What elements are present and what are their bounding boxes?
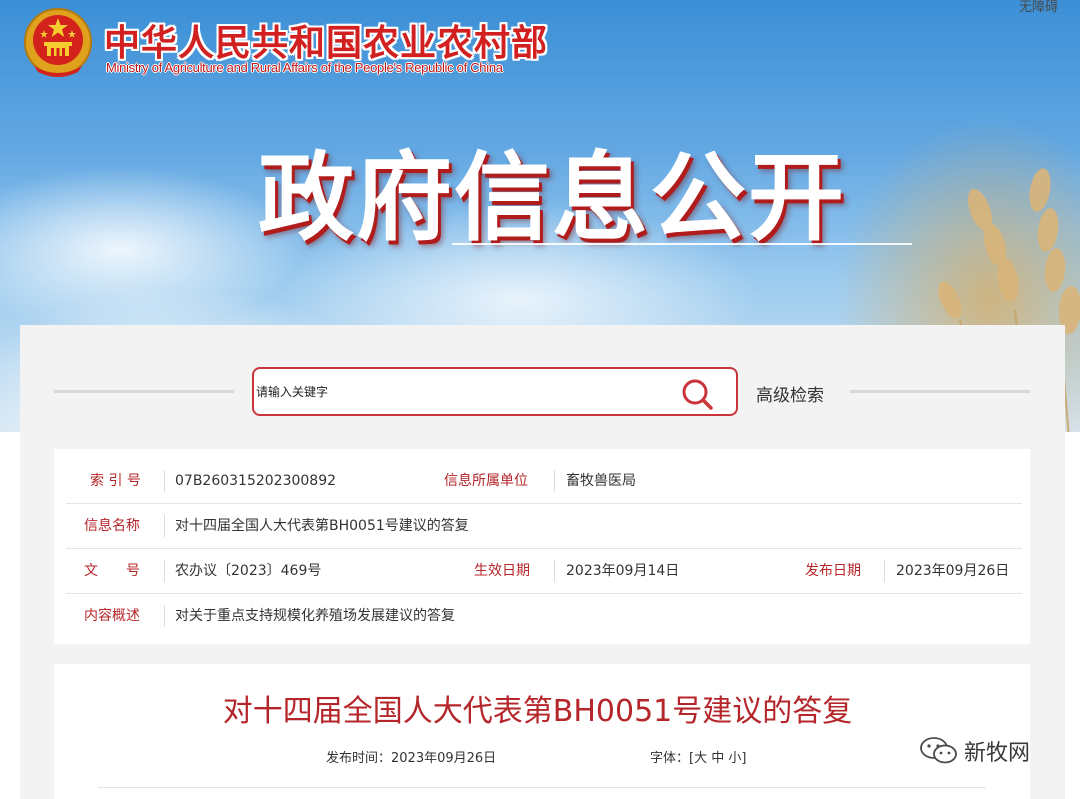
- title-underline: [452, 243, 912, 245]
- ministry-name-cn: 中华人民共和国农业农村部: [104, 23, 549, 64]
- font-medium-button[interactable]: 中: [711, 751, 724, 766]
- divider: [164, 605, 165, 627]
- accessibility-link[interactable]: 无障碍: [1019, 0, 1058, 15]
- divider: [884, 560, 885, 582]
- effective-label: 生效日期: [474, 563, 530, 579]
- divider: [554, 560, 555, 582]
- divider: [554, 470, 555, 492]
- dept-label: 信息所属单位: [444, 473, 528, 489]
- index-value: 07B260315202300892: [175, 473, 337, 489]
- wechat-icon: [920, 737, 957, 764]
- info-row-name: 信息名称 对十四届全国人大代表第BH0051号建议的答复: [66, 504, 1022, 549]
- font-size-control: 字体：[大 中 小]: [650, 747, 747, 766]
- national-emblem-icon: [24, 8, 92, 77]
- article-section: 对十四届全国人大代表第BH0051号建议的答复 发布时间：2023年09月26日…: [54, 664, 1030, 799]
- name-value: 对十四届全国人大代表第BH0051号建议的答复: [175, 518, 469, 534]
- search-input[interactable]: [254, 369, 674, 414]
- doc-value: 农办议〔2023〕469号: [175, 563, 322, 579]
- divider: [164, 560, 165, 582]
- publish-time-value: 2023年09月26日: [391, 751, 497, 766]
- article-title: 对十四届全国人大代表第BH0051号建议的答复: [222, 694, 853, 729]
- watermark-text: 新牧网: [964, 741, 1031, 766]
- search-icon[interactable]: [680, 377, 714, 411]
- summary-value: 对关于重点支持规模化养殖场发展建议的答复: [175, 608, 455, 624]
- advanced-search-link[interactable]: 高级检索: [756, 381, 824, 406]
- info-row-summary: 内容概述 对关于重点支持规模化养殖场发展建议的答复: [66, 594, 1022, 639]
- publish-time: 发布时间：2023年09月26日: [326, 747, 496, 766]
- article-divider: [98, 787, 986, 788]
- doc-label: 文 号: [84, 563, 140, 579]
- divider: [164, 515, 165, 537]
- font-large-button[interactable]: 大: [694, 751, 707, 766]
- watermark: 新牧网: [918, 735, 1030, 767]
- search-divider-left: [54, 390, 234, 393]
- ministry-name-en: Ministry of Agriculture and Rural Affair…: [106, 60, 503, 75]
- section-title: 政府信息公开: [258, 142, 846, 254]
- publish-time-label: 发布时间：: [326, 751, 392, 766]
- publish-value: 2023年09月26日: [896, 563, 1010, 579]
- index-label: 索 引 号: [90, 473, 141, 489]
- info-row-index: 索 引 号 07B260315202300892 信息所属单位 畜牧兽医局: [66, 459, 1022, 504]
- summary-label: 内容概述: [84, 608, 140, 624]
- effective-value: 2023年09月14日: [566, 563, 680, 579]
- divider: [164, 470, 165, 492]
- font-size-label: 字体：: [650, 751, 690, 766]
- dept-value: 畜牧兽医局: [566, 473, 636, 489]
- font-bracket-close: ]: [741, 751, 747, 766]
- publish-label: 发布日期: [805, 563, 861, 579]
- info-table: 索 引 号 07B260315202300892 信息所属单位 畜牧兽医局 信息…: [54, 449, 1030, 644]
- font-small-button[interactable]: 小: [728, 751, 741, 766]
- info-row-doc: 文 号 农办议〔2023〕469号 生效日期 2023年09月14日 发布日期 …: [66, 549, 1022, 594]
- search-box: [252, 367, 738, 416]
- name-label: 信息名称: [84, 518, 140, 534]
- search-divider-right: [850, 390, 1030, 393]
